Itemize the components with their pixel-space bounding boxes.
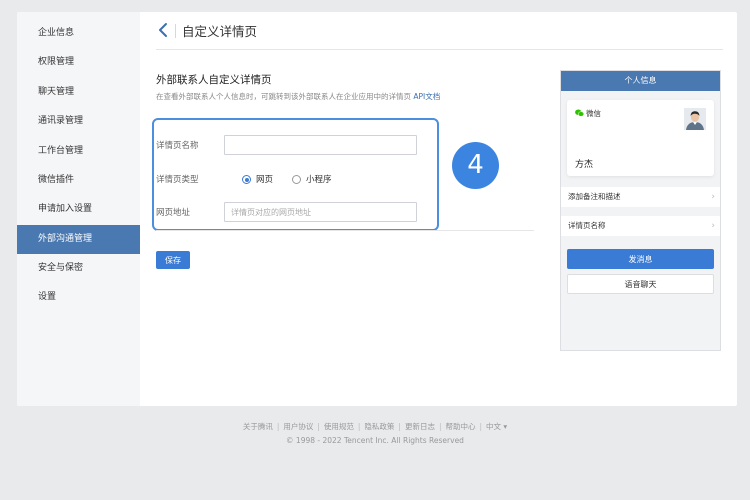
detail-page-row[interactable]: 详情页名称 › xyxy=(561,216,720,236)
voice-chat-button[interactable]: 语音聊天 xyxy=(567,274,714,294)
language-selector[interactable]: 中文 ▾ xyxy=(486,422,507,431)
wechat-icon xyxy=(575,109,584,117)
footer-link-about[interactable]: 关于腾讯 xyxy=(243,422,273,431)
add-remark-row[interactable]: 添加备注和描述 › xyxy=(561,187,720,207)
footer-links: 关于腾讯 | 用户协议 | 使用规范 | 隐私政策 | 更新日志 | 帮助中心 | 中文 ▾ xyxy=(0,421,750,432)
sidebar-item-settings[interactable]: 设置 xyxy=(17,283,140,312)
sidebar-item-join-settings[interactable]: 申请加入设置 xyxy=(17,195,140,224)
page-title: 自定义详情页 xyxy=(182,24,258,39)
sidebar-item-workbench[interactable]: 工作台管理 xyxy=(17,137,140,166)
sidebar-item-permissions[interactable]: 权限管理 xyxy=(17,48,140,77)
profile-card: 微信 方杰 xyxy=(567,100,714,176)
footer-separator: | xyxy=(438,422,442,431)
footer-link-usage[interactable]: 使用规范 xyxy=(324,422,354,431)
sidebar-item-contacts[interactable]: 通讯录管理 xyxy=(17,107,140,136)
footer-link-help[interactable]: 帮助中心 xyxy=(445,422,475,431)
sidebar: 企业信息 权限管理 聊天管理 通讯录管理 工作台管理 微信插件 申请加入设置 外… xyxy=(17,12,140,406)
title-divider xyxy=(175,24,176,38)
main-content: 自定义详情页 外部联系人自定义详情页 在查看外部联系人个人信息时，可跳转到该外部… xyxy=(140,12,737,406)
footer-separator: | xyxy=(479,422,483,431)
main-card: 企业信息 权限管理 聊天管理 通讯录管理 工作台管理 微信插件 申请加入设置 外… xyxy=(17,12,737,406)
chevron-right-icon: › xyxy=(711,192,715,202)
sidebar-item-chat[interactable]: 聊天管理 xyxy=(17,78,140,107)
section-title: 外部联系人自定义详情页 xyxy=(156,74,272,86)
profile-preview: 个人信息 微信 方杰 添加备注和描述 › 详情页名称 › 发消息 语音聊天 xyxy=(560,70,721,351)
footer-link-privacy[interactable]: 隐私政策 xyxy=(364,422,394,431)
sidebar-item-company-info[interactable]: 企业信息 xyxy=(17,19,140,48)
add-remark-label: 添加备注和描述 xyxy=(568,192,621,201)
avatar xyxy=(684,108,706,130)
detail-page-row-label: 详情页名称 xyxy=(568,221,606,230)
footer-link-changelog[interactable]: 更新日志 xyxy=(405,422,435,431)
step-badge: 4 xyxy=(452,142,499,189)
sidebar-item-wechat-plugin[interactable]: 微信插件 xyxy=(17,166,140,195)
footer-copyright: © 1998 - 2022 Tencent Inc. All Rights Re… xyxy=(286,436,464,445)
footer-separator: | xyxy=(317,422,320,431)
avatar-image xyxy=(684,108,706,130)
save-button[interactable]: 保存 xyxy=(156,251,190,269)
sidebar-item-external-comm[interactable]: 外部沟通管理 xyxy=(17,225,140,254)
contact-name: 方杰 xyxy=(575,160,594,170)
send-message-button[interactable]: 发消息 xyxy=(567,249,714,269)
chevron-left-icon[interactable] xyxy=(157,21,169,39)
api-doc-link[interactable]: API文档 xyxy=(413,92,440,101)
footer-separator: | xyxy=(276,422,280,431)
sidebar-item-security[interactable]: 安全与保密 xyxy=(17,254,140,283)
footer-separator: | xyxy=(357,422,361,431)
section-description-text: 在查看外部联系人个人信息时，可跳转到该外部联系人在企业应用中的详情页 xyxy=(156,92,411,101)
section-description: 在查看外部联系人个人信息时，可跳转到该外部联系人在企业应用中的详情页 API文档 xyxy=(156,91,440,102)
footer-separator: | xyxy=(398,422,401,431)
form-divider xyxy=(156,230,534,231)
preview-header: 个人信息 xyxy=(561,71,720,91)
header-divider xyxy=(156,49,723,50)
highlight-box xyxy=(152,118,439,231)
footer-link-agreement[interactable]: 用户协议 xyxy=(283,422,313,431)
wechat-label: 微信 xyxy=(586,109,601,118)
chevron-right-icon: › xyxy=(711,221,715,231)
